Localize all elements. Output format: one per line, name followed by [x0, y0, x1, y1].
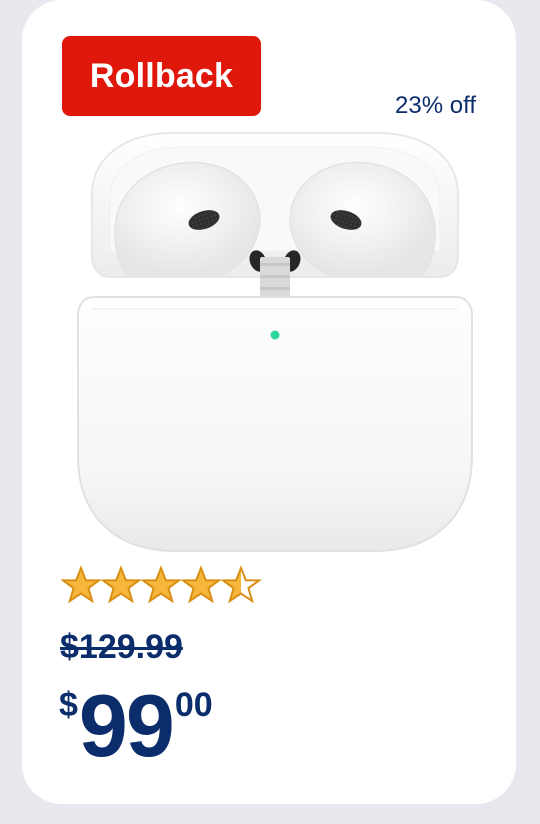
product-image-icon — [77, 132, 473, 552]
product-card[interactable]: Rollback 23% off $129.99 $ 99 00 — [22, 0, 516, 804]
discount-label: 23% off — [395, 92, 476, 119]
price-currency: $ — [59, 686, 78, 724]
price-cents: 00 — [174, 686, 213, 724]
old-price: $129.99 — [60, 628, 183, 666]
price-whole: 99 — [78, 676, 175, 775]
rollback-badge: Rollback — [62, 36, 261, 116]
rating-stars — [61, 565, 262, 604]
current-price: $ 99 00 — [59, 682, 213, 770]
